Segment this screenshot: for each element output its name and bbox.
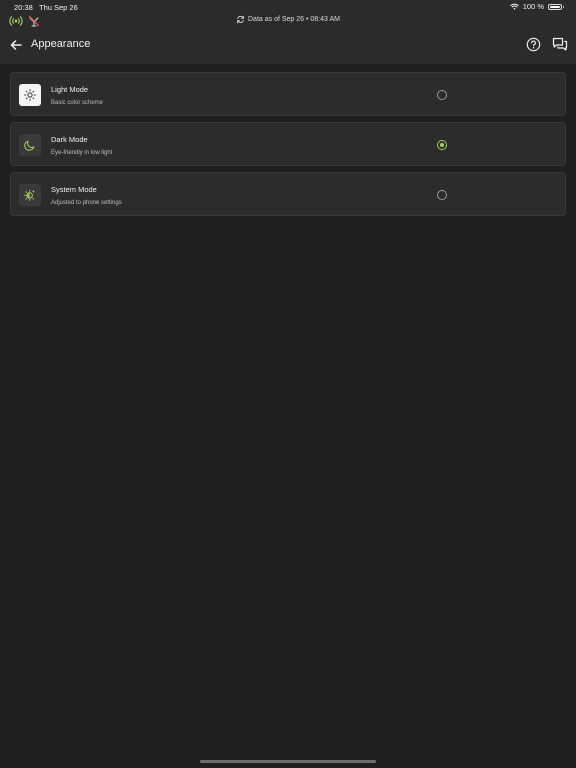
radio-system-mode[interactable] (437, 190, 447, 200)
option-title: Light Mode (51, 85, 89, 94)
refresh-icon (237, 15, 244, 24)
option-title: System Mode (51, 185, 97, 194)
arrow-left-icon (10, 40, 22, 50)
option-icon-box (19, 134, 41, 156)
option-subtitle: Basic color scheme (51, 100, 104, 106)
back-button[interactable] (8, 37, 24, 53)
page-title: Appearance (31, 38, 91, 50)
radio-light-mode[interactable] (437, 90, 447, 100)
option-light-mode[interactable]: Light Mode Basic color scheme (10, 72, 566, 116)
appearance-options: Light Mode Basic color scheme Dark Mode … (10, 72, 566, 222)
option-icon-box (19, 184, 41, 206)
chat-bubbles-icon (552, 37, 568, 51)
sync-status: Data as of Sep 26 • 08:43 AM (236, 15, 340, 24)
option-subtitle: Adjusted to phone settings (51, 200, 122, 206)
wifi-icon (509, 3, 519, 10)
battery-percentage: 100 % (522, 2, 544, 11)
option-icon-box (19, 84, 41, 106)
status-time: 20:38 (14, 3, 33, 12)
broadcast-icon (9, 16, 23, 26)
status-date: Thu Sep 26 (39, 3, 78, 12)
sun-icon (24, 89, 36, 101)
battery-level (550, 5, 560, 8)
auto-brightness-icon (24, 189, 35, 201)
radio-dark-mode[interactable] (437, 140, 447, 150)
option-system-mode[interactable]: System Mode Adjusted to phone settings (10, 172, 566, 216)
moon-icon (24, 140, 35, 151)
option-dark-mode[interactable]: Dark Mode Eye-friendly in low light (10, 122, 566, 166)
help-button[interactable] (526, 37, 541, 52)
top-bar: 20:38 Thu Sep 26 100 % Data as of Sep 26… (0, 0, 576, 64)
home-indicator (200, 760, 376, 763)
sync-row: Data as of Sep 26 • 08:43 AM (0, 14, 576, 28)
question-circle-icon (526, 37, 541, 52)
battery-icon (548, 3, 564, 10)
status-bar: 20:38 Thu Sep 26 100 % (0, 0, 576, 14)
no-signal-icon (28, 15, 40, 27)
option-subtitle: Eye-friendly in low light (51, 150, 113, 156)
app-bar: Appearance (0, 30, 576, 60)
sync-text: Data as of Sep 26 • 08:43 AM (248, 16, 340, 23)
status-indicators: 100 % (509, 2, 564, 11)
chat-button[interactable] (552, 37, 568, 52)
option-title: Dark Mode (51, 135, 88, 144)
